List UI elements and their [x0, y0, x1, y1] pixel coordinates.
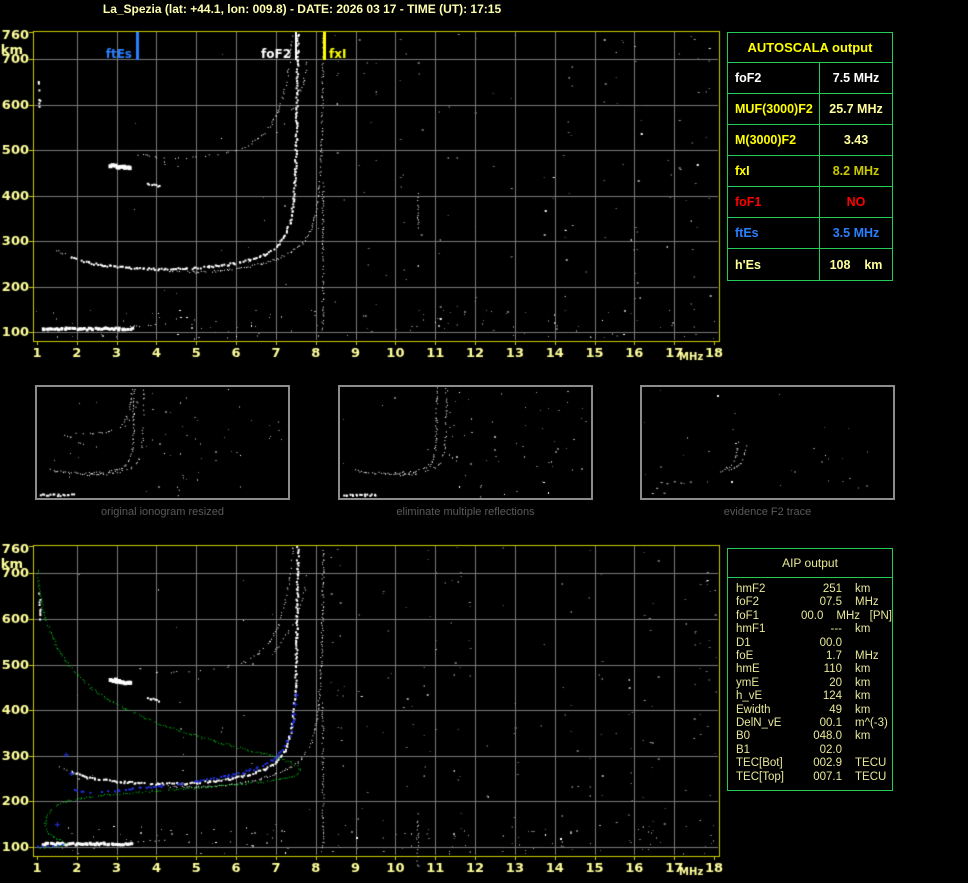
- autoscala-row-MUF(3000)F2: MUF(3000)F2 25.7 MHz: [728, 94, 892, 125]
- aip-unit: km: [855, 703, 871, 716]
- aip-value: ---: [830, 623, 843, 636]
- param-label: M(3000)F2: [728, 125, 820, 155]
- aip-table-rows: hmF2 251 km foF2 07.5 MHz foF1 00.0 MHz [PN] hmF1…: [728, 578, 892, 784]
- aip-value: 07.5: [819, 596, 842, 609]
- param-value: NO: [846, 195, 866, 209]
- autoscala-table-rows: foF2 7.5 MHz MUF(3000)F2 25.7 MHz M(3000)F2 3…: [728, 63, 892, 280]
- param-label: MUF(3000)F2: [728, 94, 820, 124]
- aip-unit: MHz: [855, 596, 879, 609]
- param-label: ftEs: [728, 218, 820, 248]
- param-value: 108 km: [829, 257, 883, 272]
- aip-name: hmF2: [736, 583, 766, 595]
- aip-row-DelN_vE: DelN_vE 00.1 m^(-3): [736, 717, 892, 730]
- aip-name: foF2: [736, 596, 760, 609]
- aip-table-title: AIP output: [728, 549, 892, 578]
- panel3-caption: evidence F2 trace: [723, 506, 812, 518]
- autoscala-output-table: AUTOSCALA output foF2 7.5 MHz MUF(3000)F2 2…: [727, 32, 893, 281]
- aip-row-TEC[Top]: TEC[Top] 007.1 TECU: [736, 771, 892, 784]
- aip-row-hmE: hmE 110 km: [736, 663, 892, 676]
- aip-unit: km: [855, 663, 871, 676]
- aip-row-foF1: foF1 00.0 MHz [PN]: [736, 610, 892, 623]
- aip-row-h_vE: h_vE 124 km: [736, 690, 892, 703]
- aip-row-ymE: ymE 20 km: [736, 677, 892, 690]
- aip-value: 00.1: [819, 717, 842, 730]
- aip-name: foE: [736, 650, 754, 663]
- param-label: h'Es: [728, 249, 820, 280]
- aip-unit: km: [855, 583, 871, 595]
- aip-name: D1: [736, 636, 751, 649]
- panel-evidence-f2-trace: [640, 385, 895, 500]
- autoscala-row-foF1: foF1 NO: [728, 187, 892, 218]
- aip-unit: km: [855, 690, 871, 703]
- aip-name: hmE: [736, 663, 760, 676]
- aip-unit: km: [855, 676, 871, 689]
- aip-value: 49: [829, 703, 842, 716]
- aip-unit: [842, 637, 855, 650]
- param-value: 7.5 MHz: [832, 71, 880, 85]
- aip-name: h_vE: [736, 690, 763, 703]
- aip-value: 00.0: [819, 636, 842, 649]
- aip-unit: TECU: [855, 757, 887, 770]
- param-value: 3.43: [843, 133, 869, 147]
- aip-name: ymE: [736, 676, 759, 689]
- panel-eliminate-reflections: [338, 385, 593, 500]
- aip-unit: MHz [PN]: [836, 609, 892, 622]
- aip-value: 110: [823, 663, 842, 676]
- aip-value: 02.0: [819, 743, 842, 756]
- aip-name: Ewidth: [736, 703, 771, 716]
- aip-row-Ewidth: Ewidth 49 km: [736, 704, 892, 717]
- main-ionogram-canvas: [0, 25, 725, 365]
- aip-unit: MHz: [855, 650, 879, 663]
- aip-row-foF2: foF2 07.5 MHz: [736, 596, 892, 609]
- aip-unit: km: [855, 623, 871, 636]
- station-header: La_Spezia (lat: +44.1, lon: 009.8) - DAT…: [102, 2, 502, 16]
- aip-unit: TECU: [855, 770, 887, 783]
- param-value: 8.2 MHz: [832, 164, 880, 178]
- aip-name: B1: [736, 743, 751, 756]
- aip-value: 251: [822, 583, 842, 595]
- autoscala-table-title: AUTOSCALA output: [728, 33, 892, 63]
- aip-value: 048.0: [813, 730, 842, 743]
- aip-value: 00.0: [801, 609, 824, 622]
- aip-name: foF1: [736, 609, 760, 622]
- param-value: 3.5 MHz: [832, 226, 880, 240]
- aip-value: 007.1: [813, 770, 842, 783]
- param-value: 25.7 MHz: [829, 102, 883, 116]
- aip-name: hmF1: [736, 623, 766, 636]
- panel1-caption: original ionogram resized: [101, 506, 224, 518]
- param-label: fxI: [728, 156, 820, 186]
- aip-row-TEC[Bot]: TEC[Bot] 002.9 TECU: [736, 757, 892, 770]
- aip-value: 1.7: [826, 650, 842, 663]
- param-label: foF2: [728, 63, 820, 93]
- panel2-caption: eliminate multiple reflections: [396, 506, 535, 518]
- aip-name: TEC[Top]: [736, 770, 784, 783]
- aip-value: 002.9: [813, 757, 842, 770]
- aip-name: B0: [736, 730, 751, 743]
- aip-row-foE: foE 1.7 MHz: [736, 650, 892, 663]
- aip-row-B0: B0 048.0 km: [736, 730, 892, 743]
- aip-name: DelN_vE: [736, 717, 782, 730]
- panel-original-ionogram: [35, 385, 290, 500]
- autoscala-row-M(3000)F2: M(3000)F2 3.43: [728, 125, 892, 156]
- param-label: foF1: [728, 187, 820, 217]
- aip-row-hmF2: hmF2 251 km: [736, 583, 892, 596]
- aip-row-B1: B1 02.0: [736, 744, 892, 757]
- aip-name: TEC[Bot]: [736, 757, 783, 770]
- restored-ionogram-canvas: [0, 540, 725, 883]
- aip-output-table: AIP output hmF2 251 km foF2 07.5 MHz foF1 00.0 M…: [727, 548, 893, 791]
- autoscala-row-h'Es: h'Es 108 km: [728, 249, 892, 280]
- autoscala-row-ftEs: ftEs 3.5 MHz: [728, 218, 892, 249]
- aip-unit: km: [855, 730, 871, 743]
- autoscala-row-fxI: fxI 8.2 MHz: [728, 156, 892, 187]
- aip-row-hmF1: hmF1 --- km: [736, 623, 892, 636]
- autoscala-row-foF2: foF2 7.5 MHz: [728, 63, 892, 94]
- aip-unit: m^(-3): [855, 717, 888, 730]
- aip-value: 124: [822, 690, 842, 703]
- aip-unit: [842, 744, 855, 757]
- aip-row-D1: D1 00.0: [736, 637, 892, 650]
- aip-value: 20: [829, 676, 842, 689]
